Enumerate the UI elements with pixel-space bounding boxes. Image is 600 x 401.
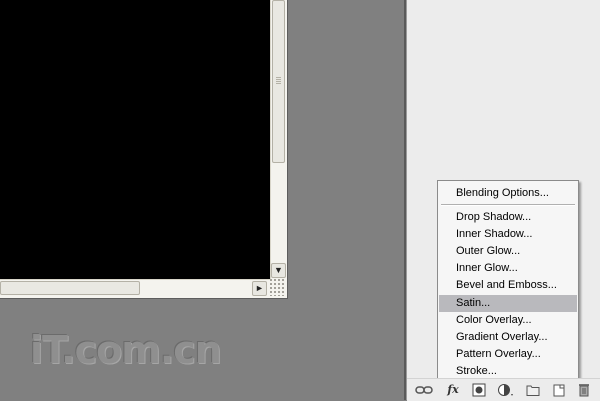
menu-item-bevel-emboss[interactable]: Bevel and Emboss... (439, 277, 577, 294)
menu-item-inner-shadow[interactable]: Inner Shadow... (439, 226, 577, 243)
layer-style-menu: Blending Options... Drop Shadow... Inner… (437, 180, 579, 382)
vertical-scroll-thumb[interactable] (272, 0, 285, 163)
menu-item-drop-shadow[interactable]: Drop Shadow... (439, 209, 577, 226)
document-canvas[interactable] (0, 0, 270, 279)
menu-item-satin[interactable]: Satin... (439, 295, 577, 312)
menu-item-gradient-overlay[interactable]: Gradient Overlay... (439, 329, 577, 346)
scroll-right-button[interactable]: ► (252, 281, 267, 296)
watermark-logo: iT.com.cn (30, 328, 222, 372)
link-icon[interactable] (415, 382, 433, 398)
layers-toolbar: fx (407, 378, 600, 401)
menu-item-outer-glow[interactable]: Outer Glow... (439, 243, 577, 260)
menu-item-pattern-overlay[interactable]: Pattern Overlay... (439, 346, 577, 363)
workspace: ▼ ► iT.com.cn (0, 0, 404, 400)
menu-item-color-overlay[interactable]: Color Overlay... (439, 312, 577, 329)
document-window: ▼ ► (0, 0, 288, 299)
adjustment-icon[interactable] (497, 382, 515, 398)
horizontal-scroll-thumb[interactable] (0, 281, 140, 295)
resize-grip[interactable] (270, 279, 286, 296)
mask-icon[interactable] (471, 382, 487, 398)
menu-item-inner-glow[interactable]: Inner Glow... (439, 260, 577, 277)
scroll-down-button[interactable]: ▼ (271, 263, 286, 278)
trash-icon[interactable] (577, 382, 591, 398)
fx-icon[interactable]: fx (443, 382, 463, 398)
folder-icon[interactable] (525, 382, 541, 398)
menu-item-blending-options[interactable]: Blending Options... (439, 185, 577, 202)
horizontal-scrollbar[interactable]: ► (0, 279, 270, 296)
menu-separator (441, 204, 575, 206)
vertical-scrollbar[interactable]: ▼ (270, 0, 286, 279)
new-layer-icon[interactable] (551, 382, 567, 398)
